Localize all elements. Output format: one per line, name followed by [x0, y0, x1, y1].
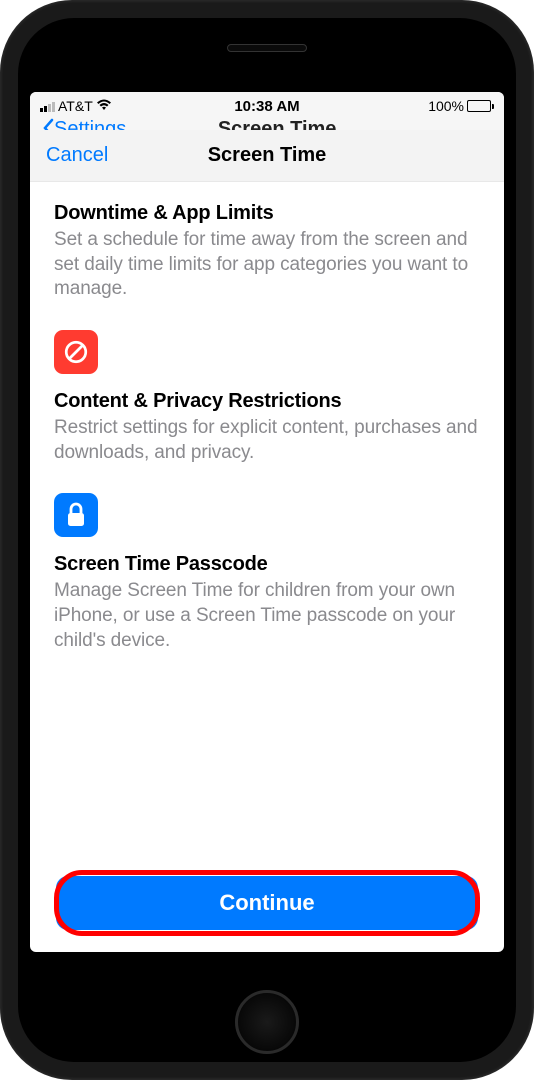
modal-header: Cancel Screen Time: [30, 130, 504, 182]
wifi-icon: [96, 98, 112, 114]
modal-title: Screen Time: [208, 144, 327, 167]
background-nav: Settings Screen Time: [30, 118, 504, 130]
spacer: [54, 682, 480, 875]
status-right: 100%: [428, 98, 494, 114]
section-downtime: Downtime & App Limits Set a schedule for…: [54, 202, 480, 302]
lock-icon: [54, 493, 98, 537]
battery-icon: [467, 100, 494, 112]
status-left: AT&T: [40, 98, 112, 114]
background-title: Screen Time: [218, 118, 337, 130]
section-title: Screen Time Passcode: [54, 553, 480, 576]
phone-bezel: AT&T 10:38 AM 100% S: [18, 18, 516, 1062]
back-button-hidden: Settings: [42, 118, 126, 130]
section-title: Content & Privacy Restrictions: [54, 390, 480, 413]
home-button[interactable]: [235, 990, 299, 1054]
section-description: Set a schedule for time away from the sc…: [54, 228, 480, 302]
section-passcode: Screen Time Passcode Manage Screen Time …: [54, 493, 480, 653]
section-description: Restrict settings for explicit content, …: [54, 416, 480, 465]
phone-frame: AT&T 10:38 AM 100% S: [0, 0, 534, 1080]
prohibit-icon: [54, 330, 98, 374]
continue-button-wrap: Continue: [54, 874, 480, 932]
section-title: Downtime & App Limits: [54, 202, 480, 225]
cancel-button[interactable]: Cancel: [46, 144, 108, 167]
section-content-privacy: Content & Privacy Restrictions Restrict …: [54, 330, 480, 465]
continue-button[interactable]: Continue: [56, 876, 478, 930]
content-area: Downtime & App Limits Set a schedule for…: [30, 182, 504, 948]
back-label-hidden: Settings: [54, 118, 126, 130]
status-time: 10:38 AM: [234, 98, 299, 115]
phone-screen: AT&T 10:38 AM 100% S: [30, 92, 504, 952]
status-bar: AT&T 10:38 AM 100%: [30, 92, 504, 118]
battery-percent: 100%: [428, 98, 464, 114]
section-description: Manage Screen Time for children from you…: [54, 579, 480, 653]
phone-speaker: [227, 44, 307, 52]
carrier-label: AT&T: [58, 98, 93, 114]
signal-icon: [40, 101, 55, 112]
